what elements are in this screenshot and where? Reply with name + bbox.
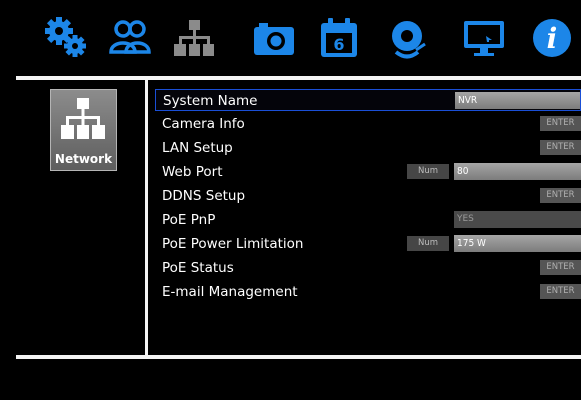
info-icon[interactable]: i [528,14,576,62]
web-port-num-button[interactable]: Num [407,164,449,179]
users-icon[interactable] [106,14,154,62]
row-poe-status[interactable]: PoE Status ENTER [155,257,581,279]
panel-divider [145,80,148,358]
poe-power-input[interactable]: 175 W [454,235,581,252]
poe-status-enter-button[interactable]: ENTER [540,260,581,275]
email-management-label: E-mail Management [162,284,298,300]
svg-text:6: 6 [333,35,344,54]
web-port-label: Web Port [162,164,223,180]
bottom-divider [16,355,581,359]
row-lan-setup[interactable]: LAN Setup ENTER [155,137,581,159]
network-tree-icon[interactable] [170,14,218,62]
camera-info-enter-button[interactable]: ENTER [540,116,581,131]
category-network[interactable]: Network [50,89,117,171]
settings-gears-icon[interactable] [43,14,91,62]
network-icon [61,98,105,139]
system-name-label: System Name [163,93,258,109]
ddns-setup-enter-button[interactable]: ENTER [540,188,581,203]
poe-power-limitation-label: PoE Power Limitation [162,236,304,252]
lan-setup-label: LAN Setup [162,140,233,156]
ddns-setup-label: DDNS Setup [162,188,246,204]
email-management-enter-button[interactable]: ENTER [540,284,581,299]
monitor-icon[interactable] [460,14,508,62]
row-poe-pnp[interactable]: PoE PnP YES [155,209,581,231]
calendar-icon[interactable]: 6 [315,14,363,62]
category-label: Network [54,152,113,166]
camera-icon[interactable] [250,14,298,62]
web-port-input[interactable]: 80 [454,163,581,180]
poe-pnp-select[interactable]: YES [454,211,581,228]
lan-setup-enter-button[interactable]: ENTER [540,140,581,155]
top-toolbar: 6 i [0,0,581,76]
row-ddns-setup[interactable]: DDNS Setup ENTER [155,185,581,207]
top-divider [16,76,581,80]
svg-text:i: i [547,22,558,55]
row-poe-power-limitation[interactable]: PoE Power Limitation Num 175 W [155,233,581,255]
row-system-name[interactable]: System Name NVR [155,89,581,111]
camera-info-label: Camera Info [162,116,245,132]
row-web-port[interactable]: Web Port Num 80 [155,161,581,183]
poe-power-num-button[interactable]: Num [407,236,449,251]
system-name-input[interactable]: NVR [455,92,580,109]
alarm-bell-icon[interactable] [383,14,431,62]
poe-pnp-label: PoE PnP [162,212,216,228]
poe-status-label: PoE Status [162,260,234,276]
row-email-management[interactable]: E-mail Management ENTER [155,281,581,303]
row-camera-info[interactable]: Camera Info ENTER [155,113,581,135]
